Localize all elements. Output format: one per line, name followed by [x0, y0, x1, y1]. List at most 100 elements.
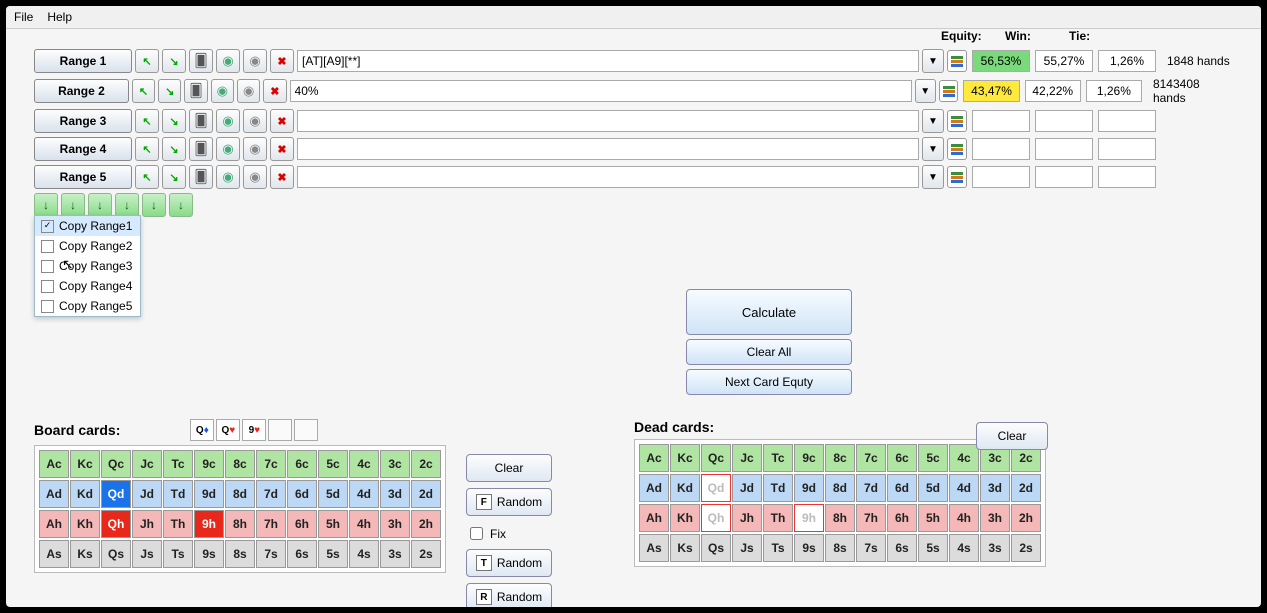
card-Jc[interactable]: Jc	[732, 444, 762, 472]
range-input-1[interactable]	[297, 50, 919, 72]
card-Js[interactable]: Js	[132, 540, 162, 568]
chevron-down-icon[interactable]: ▼	[922, 49, 944, 73]
export-icon[interactable]: ↘	[158, 79, 181, 103]
board-mini-card[interactable]: 9♥	[242, 419, 266, 441]
card-Jh[interactable]: Jh	[732, 504, 762, 532]
copy-down-button-5[interactable]: ↓	[142, 193, 166, 217]
card-3d[interactable]: 3d	[980, 474, 1010, 502]
color-levels-icon[interactable]	[947, 138, 967, 160]
card-5h[interactable]: 5h	[918, 504, 948, 532]
card-Ad[interactable]: Ad	[639, 474, 669, 502]
card-6s[interactable]: 6s	[287, 540, 317, 568]
eye-highlight-icon[interactable]: ◉	[211, 79, 234, 103]
delete-icon[interactable]: ✖	[263, 79, 286, 103]
card-6h[interactable]: 6h	[887, 504, 917, 532]
clear-all-button[interactable]: Clear All	[686, 339, 852, 365]
delete-icon[interactable]: ✖	[270, 49, 294, 73]
card-Ah[interactable]: Ah	[39, 510, 69, 538]
card-2c[interactable]: 2c	[411, 450, 441, 478]
card-Jc[interactable]: Jc	[132, 450, 162, 478]
export-icon[interactable]: ↘	[162, 137, 186, 161]
card-6h[interactable]: 6h	[287, 510, 317, 538]
color-levels-icon[interactable]	[939, 80, 959, 102]
card-8c[interactable]: 8c	[825, 444, 855, 472]
card-7h[interactable]: 7h	[256, 510, 286, 538]
card-8h[interactable]: 8h	[225, 510, 255, 538]
range-button-2[interactable]: Range 2	[34, 79, 129, 103]
card-Qc[interactable]: Qc	[701, 444, 731, 472]
card-Jh[interactable]: Jh	[132, 510, 162, 538]
card-8s[interactable]: 8s	[825, 534, 855, 562]
card-4d[interactable]: 4d	[949, 474, 979, 502]
delete-icon[interactable]: ✖	[270, 109, 294, 133]
export-icon[interactable]: ↘	[162, 49, 186, 73]
card-Qc[interactable]: Qc	[101, 450, 131, 478]
card-Jd[interactable]: Jd	[732, 474, 762, 502]
card-Th[interactable]: Th	[163, 510, 193, 538]
card-7d[interactable]: 7d	[256, 480, 286, 508]
color-levels-icon[interactable]	[947, 50, 967, 72]
board-mini-card[interactable]: Q♦	[190, 419, 214, 441]
card-picker-icon[interactable]: 🂠	[184, 79, 207, 103]
card-9s[interactable]: 9s	[194, 540, 224, 568]
export-icon[interactable]: ↘	[162, 165, 186, 189]
range-input-4[interactable]	[297, 138, 919, 160]
card-3h[interactable]: 3h	[380, 510, 410, 538]
card-Td[interactable]: Td	[163, 480, 193, 508]
eye-icon[interactable]: ◉	[243, 165, 267, 189]
card-7c[interactable]: 7c	[856, 444, 886, 472]
card-8d[interactable]: 8d	[225, 480, 255, 508]
card-8c[interactable]: 8c	[225, 450, 255, 478]
card-Js[interactable]: Js	[732, 534, 762, 562]
copy-down-button-4[interactable]: ↓	[115, 193, 139, 217]
card-4c[interactable]: 4c	[949, 444, 979, 472]
card-2h[interactable]: 2h	[1011, 504, 1041, 532]
eye-highlight-icon[interactable]: ◉	[216, 49, 240, 73]
card-3c[interactable]: 3c	[380, 450, 410, 478]
card-4s[interactable]: 4s	[949, 534, 979, 562]
card-Ts[interactable]: Ts	[763, 534, 793, 562]
next-card-equity-button[interactable]: Next Card Equty	[686, 369, 852, 395]
export-icon[interactable]: ↘	[162, 109, 186, 133]
card-Qd[interactable]: Qd	[701, 474, 731, 502]
import-icon[interactable]: ↖	[135, 109, 159, 133]
card-Ac[interactable]: Ac	[639, 444, 669, 472]
card-Kh[interactable]: Kh	[70, 510, 100, 538]
card-4h[interactable]: 4h	[949, 504, 979, 532]
card-3s[interactable]: 3s	[380, 540, 410, 568]
card-3d[interactable]: 3d	[380, 480, 410, 508]
chevron-down-icon[interactable]: ▼	[922, 165, 944, 189]
flop-random-button[interactable]: F Random	[466, 488, 552, 516]
delete-icon[interactable]: ✖	[270, 165, 294, 189]
card-As[interactable]: As	[39, 540, 69, 568]
card-Qh[interactable]: Qh	[701, 504, 731, 532]
import-icon[interactable]: ↖	[135, 165, 159, 189]
chevron-down-icon[interactable]: ▼	[922, 109, 944, 133]
copy-down-button-2[interactable]: ↓	[61, 193, 85, 217]
card-4c[interactable]: 4c	[349, 450, 379, 478]
card-Ad[interactable]: Ad	[39, 480, 69, 508]
copy-range-item-4[interactable]: Copy Range4	[35, 276, 140, 296]
delete-icon[interactable]: ✖	[270, 137, 294, 161]
card-5c[interactable]: 5c	[918, 444, 948, 472]
card-picker-icon[interactable]: 🂠	[189, 49, 213, 73]
card-Qh[interactable]: Qh	[101, 510, 131, 538]
board-mini-card[interactable]: Q♥	[216, 419, 240, 441]
card-picker-icon[interactable]: 🂠	[189, 165, 213, 189]
turn-random-button[interactable]: T Random	[466, 549, 552, 577]
copy-range-item-3[interactable]: Copy Range3	[35, 256, 140, 276]
card-5c[interactable]: 5c	[318, 450, 348, 478]
card-7s[interactable]: 7s	[256, 540, 286, 568]
range-input-3[interactable]	[297, 110, 919, 132]
card-2h[interactable]: 2h	[411, 510, 441, 538]
card-9h[interactable]: 9h	[194, 510, 224, 538]
card-3s[interactable]: 3s	[980, 534, 1010, 562]
eye-highlight-icon[interactable]: ◉	[216, 109, 240, 133]
color-levels-icon[interactable]	[947, 166, 967, 188]
card-Ts[interactable]: Ts	[163, 540, 193, 568]
card-Tc[interactable]: Tc	[763, 444, 793, 472]
card-6c[interactable]: 6c	[887, 444, 917, 472]
river-random-button[interactable]: R Random	[466, 583, 552, 607]
import-icon[interactable]: ↖	[132, 79, 155, 103]
card-As[interactable]: As	[639, 534, 669, 562]
